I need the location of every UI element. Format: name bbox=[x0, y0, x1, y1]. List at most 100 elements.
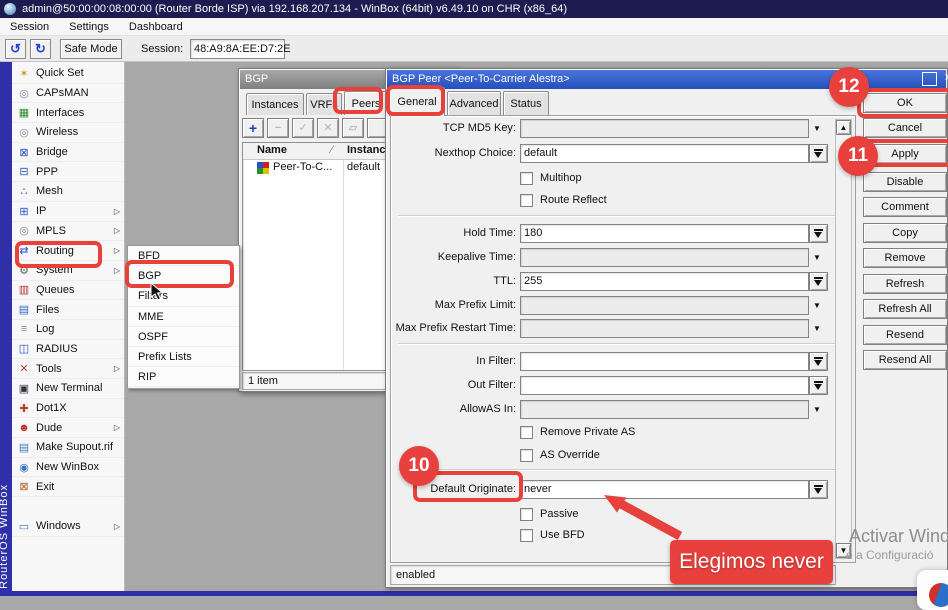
sidebar-item-interfaces[interactable]: Interfaces bbox=[12, 103, 124, 123]
column-header-name[interactable]: Name bbox=[257, 144, 287, 156]
route-reflect-checkbox[interactable] bbox=[520, 194, 533, 207]
dropdown-icon[interactable]: ▼ bbox=[813, 405, 821, 414]
checkbox-row: Route Reflect bbox=[388, 193, 856, 209]
load-dropdown-icon[interactable] bbox=[809, 376, 828, 395]
sidebar-item-make-supout[interactable]: Make Supout.rif bbox=[12, 438, 124, 458]
sidebar-item-dude[interactable]: Dude▷ bbox=[12, 418, 124, 438]
sidebar-item-quick-set[interactable]: Quick Set bbox=[12, 64, 124, 84]
dropdown-icon[interactable]: ▼ bbox=[813, 253, 821, 262]
load-dropdown-icon[interactable] bbox=[809, 352, 828, 371]
bottom-strip bbox=[0, 591, 948, 596]
passive-checkbox[interactable] bbox=[520, 508, 533, 521]
windows-icon bbox=[17, 520, 31, 533]
submenu-item-filters[interactable]: Filters bbox=[128, 286, 239, 306]
highlight-box-bgp bbox=[125, 260, 234, 288]
load-dropdown-icon[interactable] bbox=[809, 480, 828, 499]
windows-activation-watermark-line1: Activar Wind bbox=[849, 526, 948, 547]
form-row: TCP MD5 Key: ▼ bbox=[388, 119, 856, 138]
form-row: Out Filter: bbox=[388, 376, 856, 395]
multihop-checkbox[interactable] bbox=[520, 172, 533, 185]
add-icon[interactable]: + bbox=[242, 118, 264, 138]
remove-icon[interactable]: − bbox=[267, 118, 289, 138]
tab-advanced[interactable]: Advanced bbox=[447, 91, 501, 116]
copy-button[interactable]: Copy bbox=[863, 223, 947, 243]
resend-button[interactable]: Resend bbox=[863, 325, 947, 345]
enable-check-icon[interactable]: ✓ bbox=[292, 118, 314, 138]
dropdown-icon[interactable]: ▼ bbox=[813, 124, 821, 133]
session-input[interactable]: 48:A9:8A:EE:D7:2E bbox=[190, 39, 285, 59]
remove-button[interactable]: Remove bbox=[863, 248, 947, 268]
sidebar-item-mesh[interactable]: Mesh bbox=[12, 182, 124, 202]
max-prefix-restart-time-field[interactable] bbox=[520, 319, 809, 338]
redo-icon[interactable]: ↻ bbox=[30, 39, 51, 59]
submenu-item-prefix-lists[interactable]: Prefix Lists bbox=[128, 347, 239, 367]
keepalive-time-field[interactable] bbox=[520, 248, 809, 267]
sidebar-item-files[interactable]: Files bbox=[12, 300, 124, 320]
sidebar-item-ip[interactable]: IP▷ bbox=[12, 202, 124, 222]
as-override-checkbox[interactable] bbox=[520, 449, 533, 462]
dropdown-icon[interactable]: ▼ bbox=[813, 301, 821, 310]
cancel-button[interactable]: Cancel bbox=[863, 118, 947, 138]
maximize-icon[interactable] bbox=[922, 72, 937, 86]
safe-mode-button[interactable]: Safe Mode bbox=[60, 39, 122, 59]
sidebar-item-wireless[interactable]: Wireless bbox=[12, 123, 124, 143]
close-icon[interactable]: ✕ bbox=[941, 72, 948, 86]
allowas-in-field[interactable] bbox=[520, 400, 809, 419]
nexthop-choice-field[interactable]: default bbox=[520, 144, 809, 163]
copy-sheet-icon[interactable]: ▱ bbox=[342, 118, 364, 138]
sidebar-item-windows[interactable]: Windows▷ bbox=[12, 517, 124, 537]
tcp-md5-key-field[interactable] bbox=[520, 119, 809, 138]
sort-indicator-icon[interactable]: ∕ bbox=[331, 144, 333, 156]
sidebar-item-bridge[interactable]: Bridge bbox=[12, 143, 124, 163]
comment-button[interactable]: Comment bbox=[863, 197, 947, 217]
disable-cross-icon[interactable]: ✕ bbox=[317, 118, 339, 138]
sidebar-item-tools[interactable]: Tools▷ bbox=[12, 359, 124, 379]
sidebar-item-mpls[interactable]: MPLS▷ bbox=[12, 222, 124, 242]
load-dropdown-icon[interactable] bbox=[809, 224, 828, 243]
submenu-item-mme[interactable]: MME bbox=[128, 307, 239, 327]
load-dropdown-icon[interactable] bbox=[809, 272, 828, 291]
mpls-icon bbox=[17, 224, 31, 237]
use-bfd-checkbox[interactable] bbox=[520, 529, 533, 542]
load-dropdown-icon[interactable] bbox=[809, 144, 828, 163]
corner-app-card[interactable] bbox=[917, 570, 948, 610]
highlight-box-general-tab bbox=[386, 85, 445, 116]
remove-private-as-label: Remove Private AS bbox=[540, 426, 635, 438]
disable-button[interactable]: Disable bbox=[863, 172, 947, 192]
hold-time-field[interactable]: 180 bbox=[520, 224, 809, 243]
out-filter-field[interactable] bbox=[520, 376, 809, 395]
menu-session[interactable]: Session bbox=[0, 21, 59, 33]
submenu-item-rip[interactable]: RIP bbox=[128, 367, 239, 387]
menu-settings[interactable]: Settings bbox=[59, 21, 119, 33]
in-filter-field[interactable] bbox=[520, 352, 809, 371]
sidebar-item-capsman[interactable]: CAPsMAN bbox=[12, 84, 124, 104]
interface-card-icon bbox=[17, 106, 31, 119]
sidebar-item-dot1x[interactable]: Dot1X bbox=[12, 399, 124, 419]
sidebar-item-ppp[interactable]: PPP bbox=[12, 162, 124, 182]
undo-icon[interactable]: ↺ bbox=[5, 39, 26, 59]
out-filter-label: Out Filter: bbox=[388, 376, 516, 395]
sidebar-item-exit[interactable]: Exit bbox=[12, 477, 124, 497]
remove-private-as-checkbox[interactable] bbox=[520, 426, 533, 439]
sidebar-item-new-terminal[interactable]: New Terminal bbox=[12, 379, 124, 399]
scroll-up-icon[interactable]: ▲ bbox=[836, 120, 851, 135]
resend-all-button[interactable]: Resend All bbox=[863, 350, 947, 370]
menu-dashboard[interactable]: Dashboard bbox=[119, 21, 193, 33]
tab-instances[interactable]: Instances bbox=[246, 93, 304, 115]
ppp-icon bbox=[17, 165, 31, 178]
dropdown-icon[interactable]: ▼ bbox=[813, 324, 821, 333]
refresh-all-button[interactable]: Refresh All bbox=[863, 299, 947, 319]
max-prefix-limit-field[interactable] bbox=[520, 296, 809, 315]
sidebar-item-radius[interactable]: RADIUS bbox=[12, 340, 124, 360]
submenu-arrow-icon: ▷ bbox=[114, 364, 120, 373]
ttl-field[interactable]: 255 bbox=[520, 272, 809, 291]
vertical-scrollbar[interactable]: ▲ ▼ bbox=[835, 119, 852, 559]
sidebar-item-queues[interactable]: Queues bbox=[12, 281, 124, 301]
highlight-box-peers-tab bbox=[333, 87, 383, 114]
refresh-button[interactable]: Refresh bbox=[863, 274, 947, 294]
tab-status[interactable]: Status bbox=[503, 91, 549, 116]
sidebar-item-new-winbox[interactable]: New WinBox bbox=[12, 458, 124, 478]
tcp-md5-key-label: TCP MD5 Key: bbox=[388, 119, 516, 138]
submenu-item-ospf[interactable]: OSPF bbox=[128, 327, 239, 347]
sidebar-item-log[interactable]: Log bbox=[12, 320, 124, 340]
